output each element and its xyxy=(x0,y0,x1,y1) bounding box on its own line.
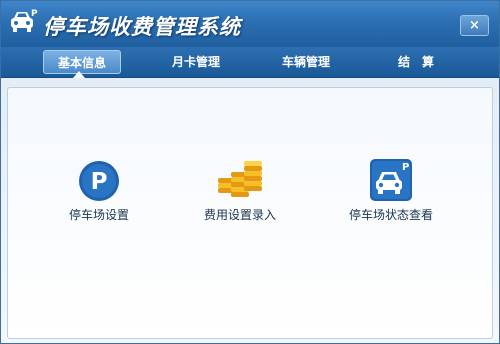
feature-label: 费用设置录入 xyxy=(203,208,276,222)
tab-monthly-card[interactable]: 月卡管理 xyxy=(161,50,231,74)
status-p-letter: P xyxy=(402,162,409,173)
logo-badge-text: P xyxy=(31,9,38,19)
title-bar[interactable]: P 停车场收费管理系统 × xyxy=(1,1,499,47)
parking-p-letter: P xyxy=(91,169,108,195)
window-title: 停车场收费管理系统 xyxy=(43,15,241,39)
close-button[interactable]: × xyxy=(460,15,489,36)
tab-settlement[interactable]: 结 算 xyxy=(381,50,451,74)
car-parking-status-icon: P xyxy=(370,159,412,201)
coin-stack-right xyxy=(244,161,262,191)
tab-label: 车辆管理 xyxy=(281,55,330,69)
parking-p-icon: P xyxy=(79,161,119,201)
coins-stack-icon xyxy=(218,161,262,197)
feature-parking-settings[interactable]: P 停车场设置 xyxy=(54,160,144,223)
basic-info-panel: P 停车场设置 费用设置录入 P 停车场状态查看 xyxy=(7,87,493,339)
feature-label: 停车场设置 xyxy=(68,208,129,222)
tab-label: 基本信息 xyxy=(57,56,106,70)
active-tab-indicator xyxy=(73,71,85,78)
feature-parking-status[interactable]: P 停车场状态查看 xyxy=(336,158,446,223)
tab-label: 结 算 xyxy=(397,55,434,69)
tab-label: 月卡管理 xyxy=(171,55,220,69)
car-parking-logo-icon: P xyxy=(11,9,38,32)
app-window: P 停车场收费管理系统 × 基本信息 月卡管理 车辆管理 结 算 P 停车场设置… xyxy=(0,0,500,344)
tab-vehicle-management[interactable]: 车辆管理 xyxy=(271,50,341,74)
close-icon: × xyxy=(469,18,480,33)
feature-fee-settings[interactable]: 费用设置录入 xyxy=(190,158,290,223)
feature-label: 停车场状态查看 xyxy=(348,208,433,222)
